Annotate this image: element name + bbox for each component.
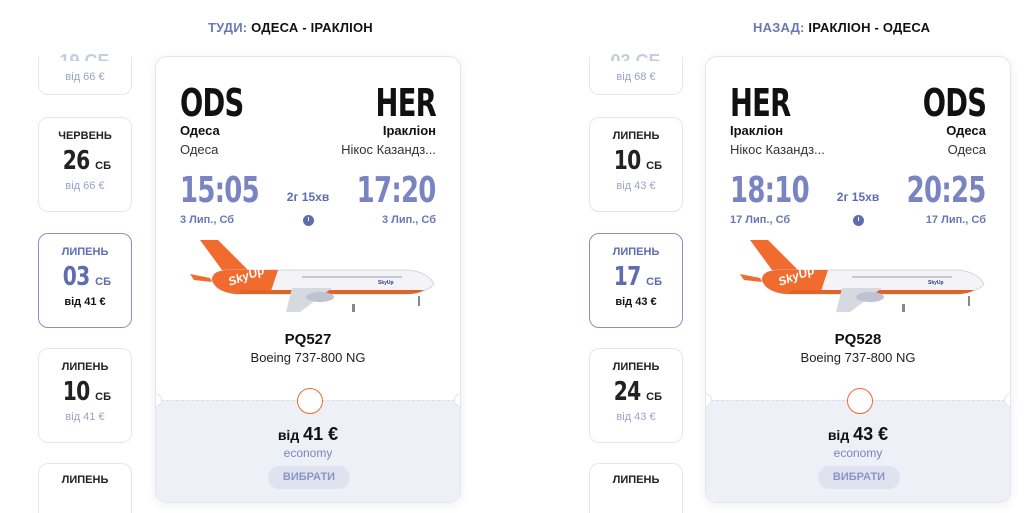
date-day: 03 bbox=[62, 262, 90, 292]
return-date-tile[interactable]: ЛИПЕНЬ 24 СБ від 43 € bbox=[589, 348, 683, 443]
arrival-airport: Нікос Казандз... bbox=[341, 142, 436, 157]
outbound-date-tile[interactable]: ЛИПЕНЬ 10 СБ від 41 € bbox=[38, 348, 132, 443]
date-weekday: СБ bbox=[95, 391, 112, 403]
fare-class: economy bbox=[283, 446, 333, 460]
departure-airport: Нікос Казандз... bbox=[730, 142, 825, 157]
arrival-city: Одеса bbox=[946, 123, 986, 138]
arrival-code: HER bbox=[375, 81, 436, 125]
fare-price: від 41 € bbox=[156, 424, 460, 445]
date-month: ЛИПЕНЬ bbox=[61, 474, 109, 486]
arrival-date: 3 Лип., Сб bbox=[381, 214, 436, 226]
aircraft-type: Boeing 737-800 NG bbox=[800, 350, 916, 365]
date-month: ЛИПЕНЬ bbox=[612, 474, 660, 486]
outbound-title-prefix: ТУДИ: bbox=[208, 20, 248, 35]
ticket-circle-marker bbox=[847, 388, 873, 414]
return-flight-card[interactable]: HER ODS Іракліон Одеса Нікос Казандз... … bbox=[705, 56, 1011, 503]
date-month: ЛИПЕНЬ bbox=[612, 361, 660, 373]
select-button[interactable]: ВИБРАТИ bbox=[268, 466, 350, 489]
aircraft-type: Boeing 737-800 NG bbox=[250, 350, 366, 365]
outbound-date-tile[interactable]: ЧЕРВЕНЬ 26 СБ від 66 € bbox=[38, 117, 132, 212]
flight-number: PQ528 bbox=[834, 331, 882, 348]
date-weekday: СБ bbox=[646, 276, 663, 288]
ghost-digits: 19 СБ bbox=[59, 51, 111, 61]
svg-text:SkyUp: SkyUp bbox=[378, 280, 394, 286]
return-date-tile[interactable]: ЛИПЕНЬ 10 СБ від 43 € bbox=[589, 117, 683, 212]
date-month: ЛИПЕНЬ bbox=[612, 130, 660, 142]
fare-section: від 43 € economy ВИБРАТИ bbox=[706, 400, 1010, 502]
fare-price-prefix: від bbox=[277, 427, 300, 443]
date-price: від 66 € bbox=[65, 180, 105, 192]
flight-number: PQ527 bbox=[284, 331, 332, 348]
date-month: ЛИПЕНЬ bbox=[612, 246, 660, 258]
fare-class: economy bbox=[833, 446, 883, 460]
date-weekday: СБ bbox=[95, 160, 112, 172]
ticket-notch bbox=[454, 393, 460, 407]
date-price: від 68 € bbox=[616, 71, 656, 83]
departure-airport: Одеса bbox=[180, 142, 219, 157]
departure-code: ODS bbox=[180, 81, 244, 125]
date-month: ЛИПЕНЬ bbox=[61, 361, 109, 373]
date-price: від 43 € bbox=[616, 180, 656, 192]
date-day: 24 bbox=[613, 377, 641, 407]
date-weekday: СБ bbox=[646, 391, 663, 403]
date-day: 26 bbox=[62, 146, 90, 176]
outbound-date-tile-selected[interactable]: ЛИПЕНЬ 03 СБ від 41 € bbox=[38, 233, 132, 328]
fare-price-prefix: від bbox=[827, 427, 850, 443]
return-title-route: ІРАКЛІОН - ОДЕСА bbox=[808, 20, 931, 35]
outbound-date-tile-prev[interactable]: 19 СБ від 66 € bbox=[38, 51, 132, 95]
ticket-circle-marker bbox=[297, 388, 323, 414]
arrival-city: Іракліон bbox=[382, 123, 436, 138]
departure-date: 3 Лип., Сб bbox=[180, 214, 235, 226]
flight-duration: 2г 15хв bbox=[836, 190, 880, 204]
departure-date: 17 Лип., Сб bbox=[730, 214, 791, 226]
airplane-image: SkyUp SkyUp bbox=[740, 240, 985, 312]
fare-price: від 43 € bbox=[706, 424, 1010, 445]
outbound-flight-card[interactable]: ODS HER Одеса Іракліон Одеса Нікос Казан… bbox=[155, 56, 461, 503]
date-day: 10 bbox=[613, 146, 641, 176]
return-date-tile-next[interactable]: ЛИПЕНЬ bbox=[589, 463, 683, 513]
outbound-title-route: ОДЕСА - ІРАКЛІОН bbox=[251, 20, 373, 35]
date-month: ЧЕРВЕНЬ bbox=[58, 130, 112, 142]
departure-code: HER bbox=[730, 81, 791, 125]
outbound-title: ТУДИ: ОДЕСА - ІРАКЛІОН bbox=[208, 20, 373, 35]
date-day: 17 bbox=[613, 262, 641, 292]
airplane-image: SkyUp SkyUp bbox=[190, 240, 435, 312]
date-weekday: СБ bbox=[95, 276, 112, 288]
return-title: НАЗАД: ІРАКЛІОН - ОДЕСА bbox=[753, 20, 930, 35]
date-price: від 43 € bbox=[616, 411, 656, 423]
return-date-tile-selected[interactable]: ЛИПЕНЬ 17 СБ від 43 € bbox=[589, 233, 683, 328]
arrival-airport: Одеса bbox=[947, 142, 986, 157]
arrival-code: ODS bbox=[922, 81, 986, 125]
select-button[interactable]: ВИБРАТИ bbox=[818, 466, 900, 489]
arrival-date: 17 Лип., Сб bbox=[925, 214, 986, 226]
ticket-notch bbox=[1004, 393, 1010, 407]
clock-icon bbox=[853, 215, 864, 226]
fare-price-amount: 43 € bbox=[853, 424, 889, 444]
date-weekday: СБ bbox=[646, 160, 663, 172]
ghost-digits: 03 СБ bbox=[610, 51, 662, 61]
date-price: від 66 € bbox=[65, 71, 105, 83]
departure-city: Іракліон bbox=[730, 123, 784, 138]
date-month: ЛИПЕНЬ bbox=[61, 246, 109, 258]
return-title-prefix: НАЗАД: bbox=[753, 20, 805, 35]
date-day: 10 bbox=[62, 377, 90, 407]
date-price: від 43 € bbox=[615, 296, 657, 308]
date-price: від 41 € bbox=[64, 296, 106, 308]
fare-price-amount: 41 € bbox=[303, 424, 339, 444]
clock-icon bbox=[303, 215, 314, 226]
outbound-date-tile-next[interactable]: ЛИПЕНЬ bbox=[38, 463, 132, 513]
fare-section: від 41 € economy ВИБРАТИ bbox=[156, 400, 460, 502]
svg-text:SkyUp: SkyUp bbox=[928, 280, 944, 286]
return-date-tile-prev[interactable]: 03 СБ від 68 € bbox=[589, 51, 683, 95]
departure-city: Одеса bbox=[180, 123, 220, 138]
flight-duration: 2г 15хв bbox=[286, 190, 330, 204]
date-price: від 41 € bbox=[65, 411, 105, 423]
